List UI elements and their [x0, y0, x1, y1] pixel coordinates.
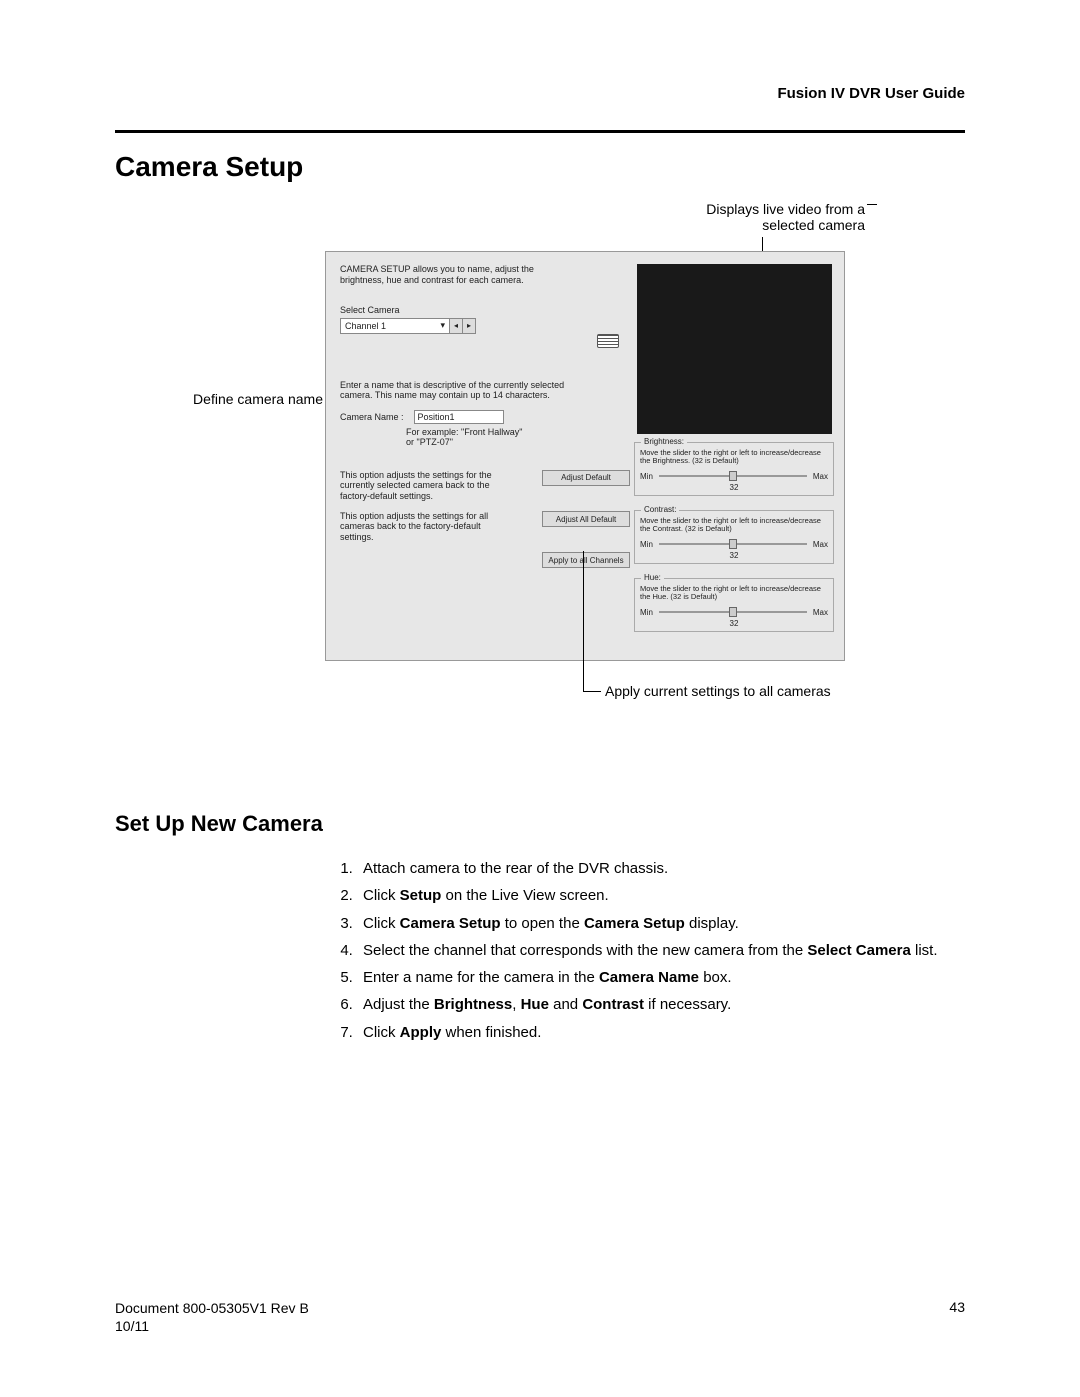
- select-camera-combo[interactable]: Channel 1 ▾: [340, 318, 450, 334]
- hue-desc: Move the slider to the right or left to …: [640, 585, 828, 602]
- apply-all-channels-button[interactable]: Apply to all Channels: [542, 552, 630, 568]
- camera-setup-panel: CAMERA SETUP allows you to name, adjust …: [325, 251, 845, 661]
- hue-title: Hue:: [641, 573, 664, 582]
- setup-steps: Attach camera to the rear of the DVR cha…: [333, 857, 965, 1044]
- footer-page-number: 43: [949, 1299, 965, 1335]
- slider-min: Min: [640, 472, 653, 481]
- step-bold: Contrast: [582, 996, 644, 1013]
- combo-value: Channel 1: [345, 321, 386, 331]
- hue-group: Hue: Move the slider to the right or lef…: [634, 578, 834, 632]
- adjust-all-text: This option adjusts the settings for all…: [340, 511, 505, 542]
- step-6: Adjust the Brightness, Hue and Contrast …: [357, 993, 965, 1016]
- contrast-slider[interactable]: [659, 543, 807, 545]
- step-text: display.: [685, 915, 739, 932]
- keyboard-icon[interactable]: [597, 334, 619, 348]
- step-bold: Setup: [400, 887, 442, 904]
- step-text: on the Live View screen.: [441, 887, 608, 904]
- hue-value: 32: [640, 619, 828, 628]
- step-bold: Camera Setup: [400, 915, 501, 932]
- slider-thumb[interactable]: [729, 539, 737, 549]
- step-bold: Apply: [400, 1024, 442, 1041]
- camera-name-label: Camera Name :: [340, 412, 404, 422]
- step-bold: Camera Setup: [584, 915, 685, 932]
- step-text: Click: [363, 887, 400, 904]
- step-7: Click Apply when finished.: [357, 1021, 965, 1044]
- slider-thumb[interactable]: [729, 471, 737, 481]
- section-title: Camera Setup: [115, 151, 965, 183]
- step-text: Adjust the: [363, 996, 434, 1013]
- example-text: or "PTZ-07": [406, 437, 453, 447]
- footer-date: 10/11: [115, 1317, 309, 1335]
- prev-camera-button[interactable]: ◂: [449, 318, 463, 334]
- callout-leader: [583, 691, 601, 692]
- camera-name-example: For example: "Front Hallway" or "PTZ-07": [406, 428, 536, 448]
- contrast-group: Contrast: Move the slider to the right o…: [634, 510, 834, 564]
- adjust-default-text: This option adjusts the settings for the…: [340, 470, 505, 501]
- slider-min: Min: [640, 540, 653, 549]
- step-text: when finished.: [441, 1024, 541, 1041]
- step-bold: Camera Name: [599, 969, 699, 986]
- step-2: Click Setup on the Live View screen.: [357, 884, 965, 907]
- step-text: Attach camera to the rear of the DVR cha…: [363, 860, 668, 877]
- callout-text: Displays live video from a: [706, 201, 865, 217]
- brightness-desc: Move the slider to the right or left to …: [640, 449, 828, 466]
- slider-max: Max: [813, 608, 828, 617]
- camera-name-input[interactable]: Position1: [414, 410, 504, 424]
- step-text: Click: [363, 915, 400, 932]
- step-5: Enter a name for the camera in the Camer…: [357, 966, 965, 989]
- step-text: box.: [699, 969, 732, 986]
- slider-thumb[interactable]: [729, 607, 737, 617]
- figure: Displays live video from a selected came…: [115, 201, 965, 721]
- step-text: and: [549, 996, 582, 1013]
- adjust-default-button[interactable]: Adjust Default: [542, 470, 630, 486]
- example-text: For example: "Front Hallway": [406, 427, 522, 437]
- callout-text: selected camera: [762, 217, 865, 233]
- step-text: if necessary.: [644, 996, 731, 1013]
- callout-leader: [583, 551, 584, 691]
- hue-slider[interactable]: [659, 611, 807, 613]
- step-text: list.: [911, 942, 938, 959]
- step-bold: Hue: [521, 996, 549, 1013]
- header-rule: [115, 130, 965, 133]
- step-text: ,: [512, 996, 520, 1013]
- adjust-all-default-button[interactable]: Adjust All Default: [542, 511, 630, 527]
- brightness-group: Brightness: Move the slider to the right…: [634, 442, 834, 496]
- chevron-down-icon: ▾: [440, 320, 445, 331]
- step-bold: Select Camera: [807, 942, 910, 959]
- step-1: Attach camera to the rear of the DVR cha…: [357, 857, 965, 880]
- step-text: Click: [363, 1024, 400, 1041]
- brightness-value: 32: [640, 483, 828, 492]
- subsection-title: Set Up New Camera: [115, 811, 965, 837]
- callout-define-name: Define camera name: [163, 391, 323, 407]
- footer-doc-id: Document 800-05305V1 Rev B: [115, 1299, 309, 1317]
- slider-max: Max: [813, 540, 828, 549]
- contrast-desc: Move the slider to the right or left to …: [640, 517, 828, 534]
- camera-name-help: Enter a name that is descriptive of the …: [340, 380, 580, 401]
- step-3: Click Camera Setup to open the Camera Se…: [357, 912, 965, 935]
- step-text: Select the channel that corresponds with…: [363, 942, 807, 959]
- brightness-title: Brightness:: [641, 437, 687, 446]
- contrast-value: 32: [640, 551, 828, 560]
- doc-header: Fusion IV DVR User Guide: [115, 85, 965, 130]
- brightness-slider[interactable]: [659, 475, 807, 477]
- slider-min: Min: [640, 608, 653, 617]
- step-bold: Brightness: [434, 996, 512, 1013]
- next-camera-button[interactable]: ▸: [462, 318, 476, 334]
- panel-intro: CAMERA SETUP allows you to name, adjust …: [340, 264, 580, 287]
- step-text: Enter a name for the camera in the: [363, 969, 599, 986]
- step-4: Select the channel that corresponds with…: [357, 939, 965, 962]
- callout-leader: [867, 204, 877, 205]
- callout-apply-all: Apply current settings to all cameras: [605, 683, 831, 699]
- contrast-title: Contrast:: [641, 505, 679, 514]
- slider-max: Max: [813, 472, 828, 481]
- callout-live-video: Displays live video from a selected came…: [625, 201, 865, 233]
- step-text: to open the: [501, 915, 584, 932]
- live-video-preview: [637, 264, 832, 434]
- page-footer: Document 800-05305V1 Rev B 10/11 43: [115, 1299, 965, 1335]
